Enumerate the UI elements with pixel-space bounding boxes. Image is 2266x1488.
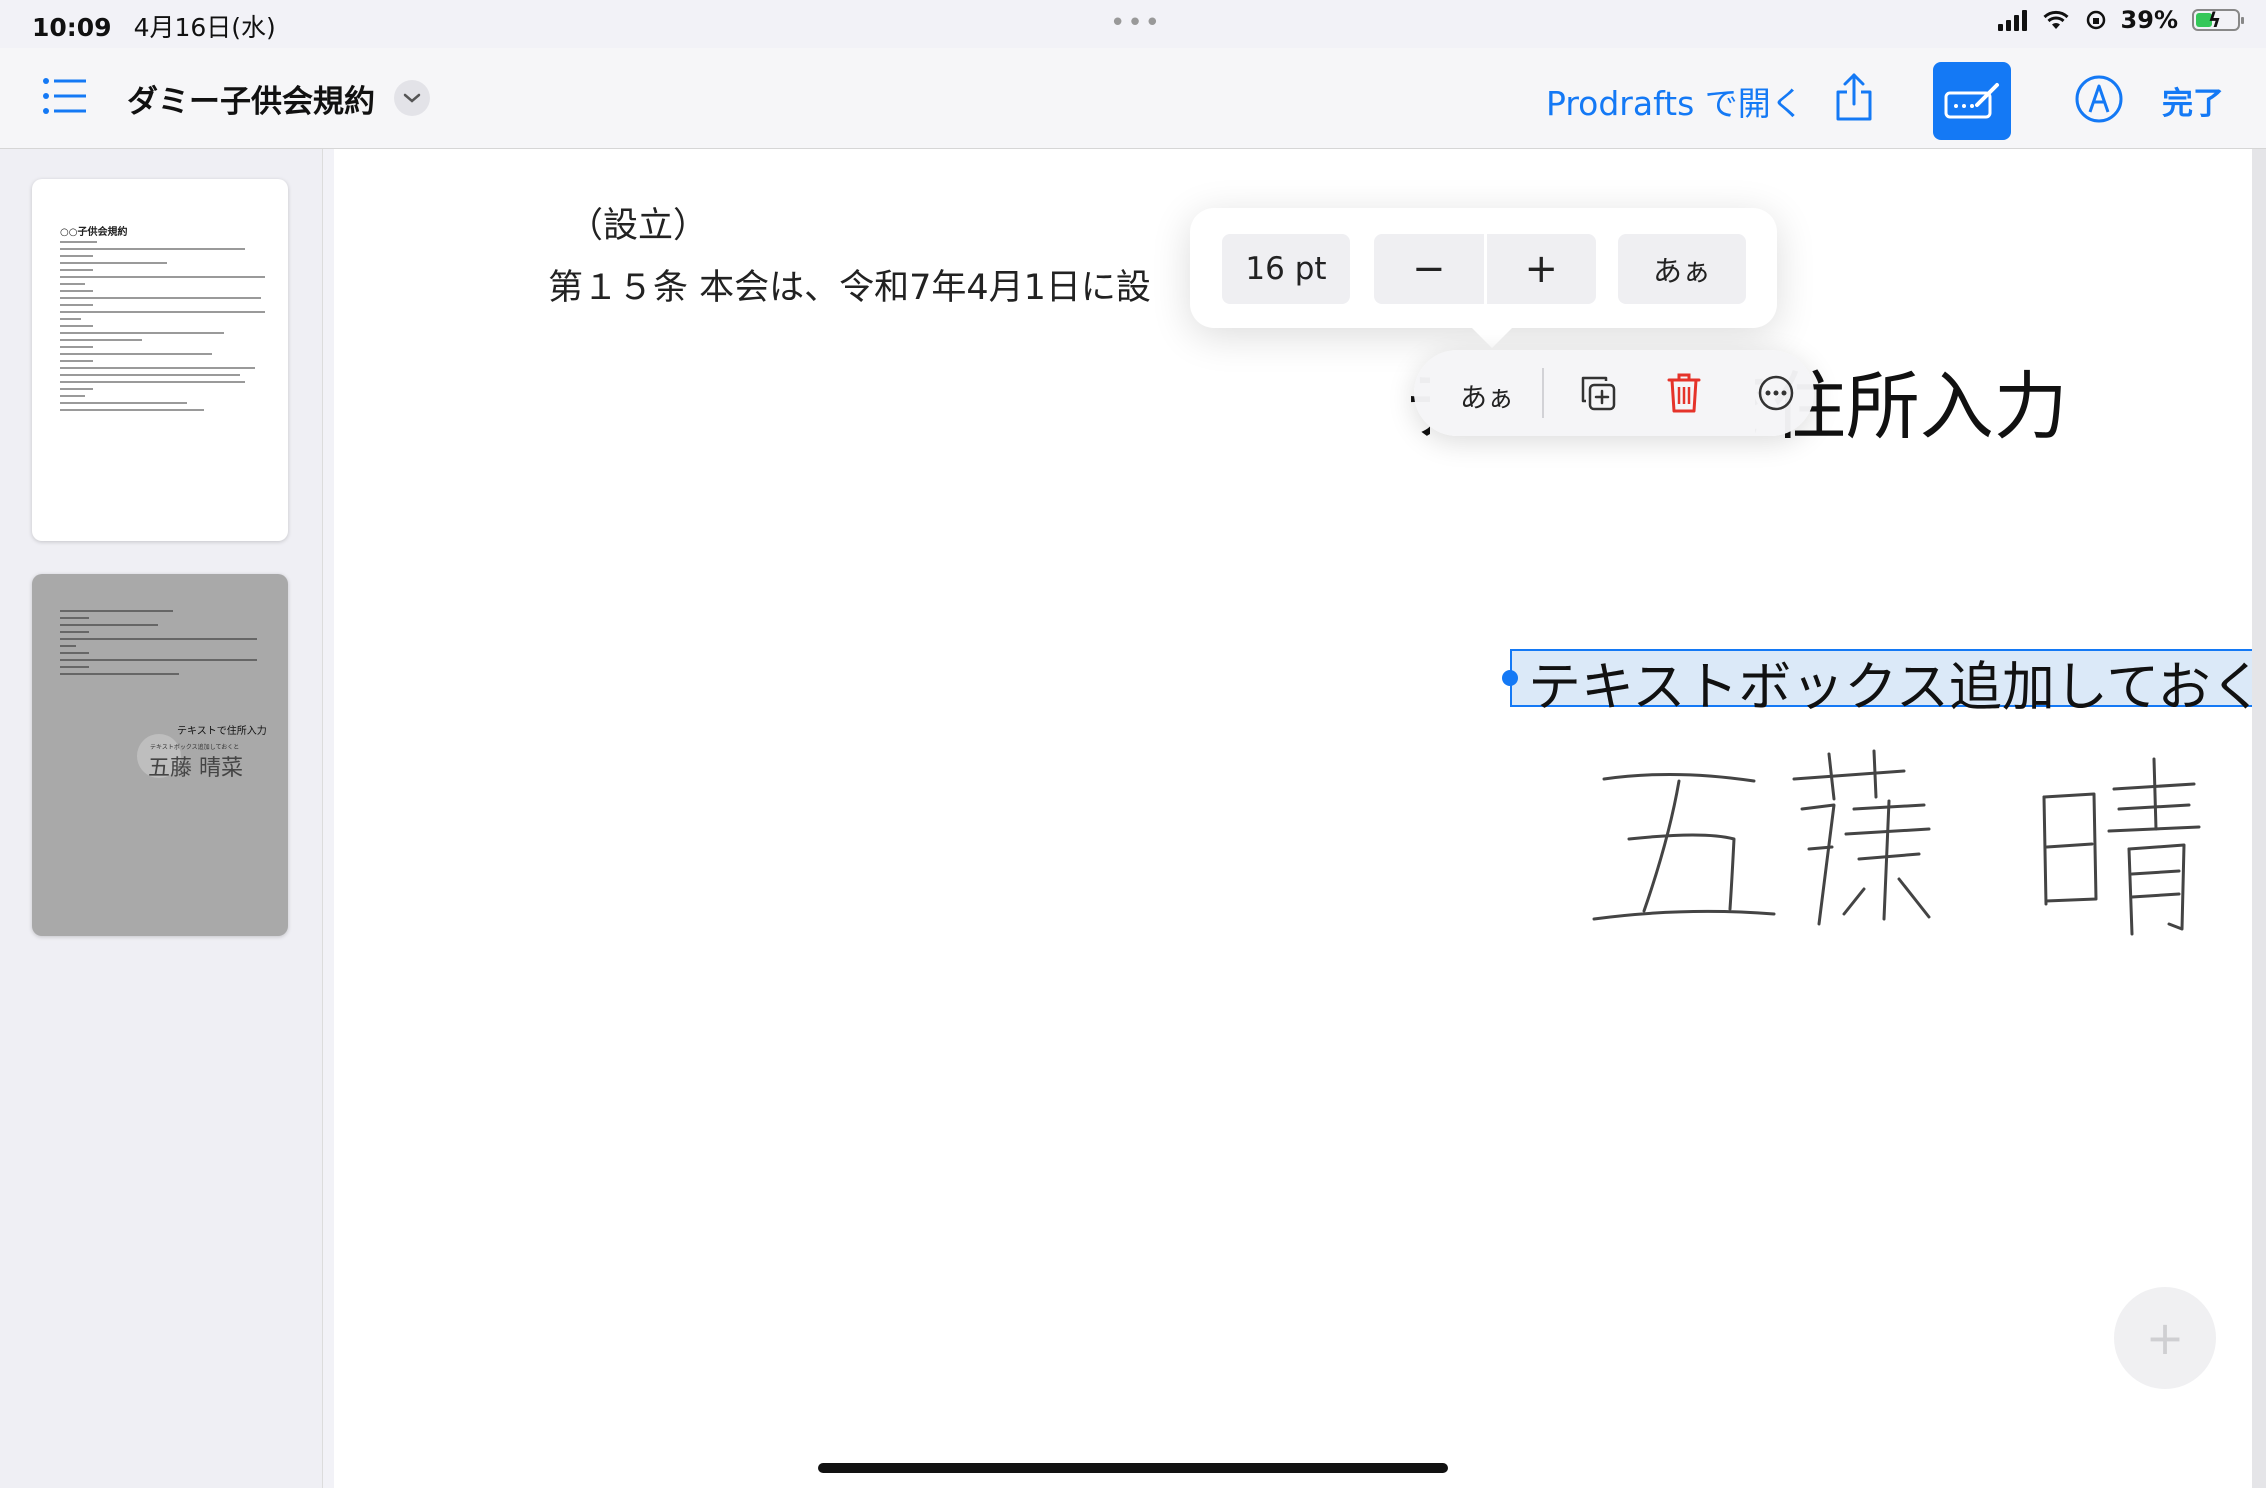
home-indicator[interactable] — [818, 1463, 1448, 1473]
orientation-lock-icon — [2086, 10, 2105, 30]
thumbnail-list-icon[interactable] — [42, 76, 88, 120]
status-date: 4月16日(水) — [133, 13, 276, 42]
status-indicators: 39% ϟ — [1997, 6, 2244, 34]
document-toolbar: ダミー子供会規約 Prodrafts で開く 完了 — [0, 48, 2266, 149]
annotation-edit-menu: あぁ — [1414, 350, 1814, 436]
done-button[interactable]: 完了 — [2162, 78, 2224, 123]
battery-percent: 39% — [2120, 6, 2178, 34]
wifi-icon — [2043, 10, 2069, 29]
share-icon[interactable] — [1833, 72, 1875, 126]
document-title[interactable]: ダミー子供会規約 — [127, 76, 375, 121]
text-format-popover: 16 pt − + あぁ — [1190, 208, 1777, 328]
markup-toggle-button[interactable] — [1933, 62, 2011, 140]
pen-tool-icon[interactable] — [2074, 74, 2124, 128]
font-size-stepper: − + — [1374, 234, 1596, 304]
font-picker-button[interactable]: あぁ — [1618, 234, 1746, 304]
menu-divider — [1542, 368, 1544, 418]
status-clock: 10:09 4月16日(水) — [32, 8, 276, 44]
cellular-signal-icon — [1997, 9, 2027, 31]
open-in-prodrafts-button[interactable]: Prodrafts で開く — [1546, 77, 1804, 125]
thumbnail-text-lines — [60, 610, 265, 680]
page-thumbnail-1[interactable]: ○○子供会規約 — [32, 179, 288, 541]
status-time: 10:09 — [32, 13, 112, 42]
page-edge — [2252, 149, 2266, 1488]
thumbnail-signature: 五藤 晴菜 — [148, 756, 243, 781]
signature-pen-icon — [1944, 83, 1999, 119]
font-menu-button[interactable]: あぁ — [1460, 376, 1514, 415]
increase-font-size-button[interactable]: + — [1487, 234, 1597, 304]
trash-icon[interactable] — [1666, 372, 1702, 418]
thumbnail-title: ○○子供会規約 — [60, 227, 128, 238]
handwritten-signature[interactable] — [1584, 739, 2252, 939]
thumbnail-text-lines — [60, 241, 265, 416]
battery-icon: ϟ — [2192, 8, 2244, 32]
document-page[interactable]: （設立） 第１５条 本会は、令和7年4月1日に設 テキストで住所入力 テキストボ… — [334, 149, 2252, 1488]
page-thumbnail-sidebar: ○○子供会規約 テキストで住所入力 テキストボックス追加しておくと 五藤 晴菜 — [0, 149, 323, 1488]
multitasking-dots[interactable]: ••• — [1110, 8, 1162, 38]
popover-arrow — [1470, 326, 1514, 348]
decrease-font-size-button[interactable]: − — [1374, 234, 1484, 304]
more-options-icon[interactable] — [1756, 373, 1796, 417]
thumbnail-heading: テキストで住所入力 — [177, 726, 267, 737]
add-annotation-button[interactable]: + — [2114, 1287, 2216, 1389]
status-bar: 10:09 4月16日(水) ••• 39% ϟ — [0, 0, 2266, 48]
article-text: 第１５条 本会は、令和7年4月1日に設 — [548, 268, 1151, 308]
text-box-content[interactable]: テキストボックス追加しておくと — [1528, 645, 2252, 721]
resize-handle-left[interactable] — [1502, 670, 1518, 686]
section-heading: （設立） — [568, 206, 709, 246]
duplicate-icon[interactable] — [1578, 373, 1618, 417]
font-size-field[interactable]: 16 pt — [1222, 234, 1350, 304]
page-thumbnail-2[interactable]: テキストで住所入力 テキストボックス追加しておくと 五藤 晴菜 — [32, 574, 288, 936]
chevron-down-icon[interactable] — [394, 80, 430, 116]
